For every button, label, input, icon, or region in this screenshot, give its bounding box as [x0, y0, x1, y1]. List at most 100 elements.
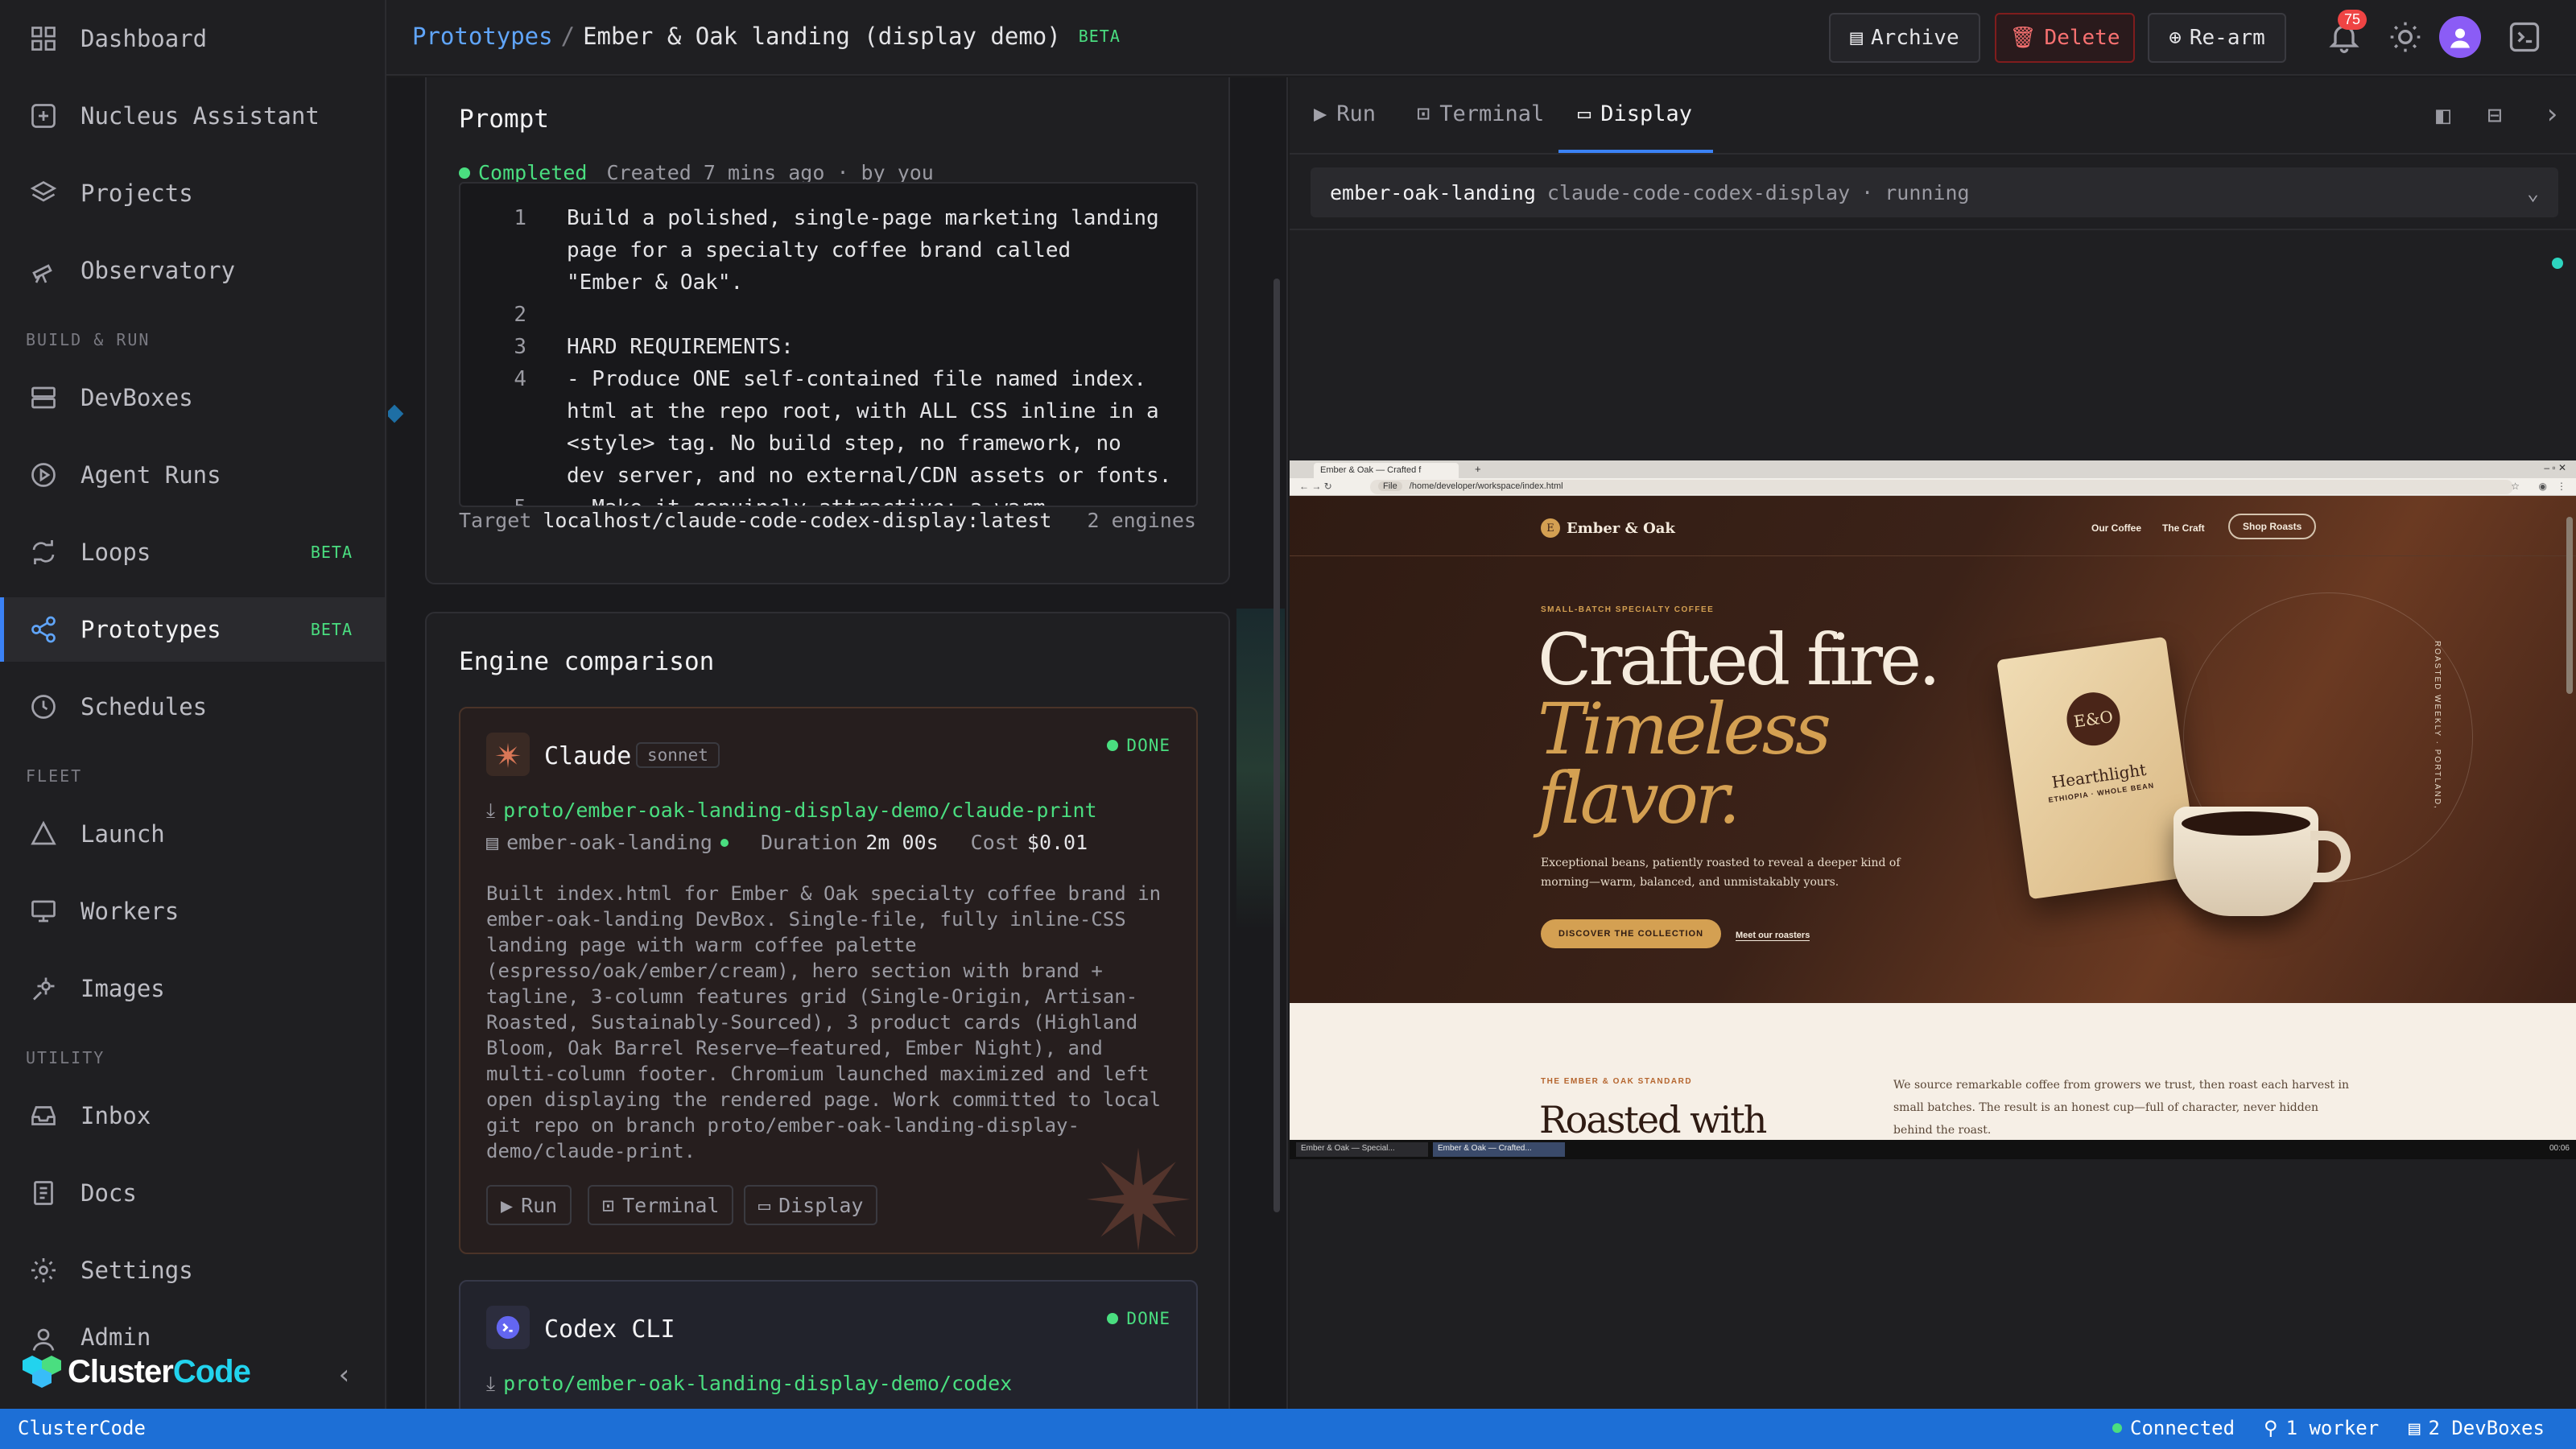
tab-run[interactable]: ▶ Run [1314, 101, 1376, 126]
window-controls-icon[interactable]: – ▫ ✕ [2544, 462, 2566, 473]
display-label: Display [778, 1193, 864, 1217]
sidebar-item-nucleus-assistant[interactable]: Nucleus Assistant [0, 84, 385, 148]
claude-branch-link[interactable]: ⤓ proto/ember-oak-landing-display-demo/c… [486, 799, 1097, 823]
clock-icon [27, 691, 60, 723]
bookmark-star-icon[interactable]: ☆ [2511, 481, 2520, 492]
claude-summary: Built index.html for Ember & Oak special… [486, 881, 1161, 1164]
sidebar: Dashboard Nucleus Assistant Projects Obs… [0, 0, 386, 1409]
collapse-sidebar-icon[interactable]: ‹ [336, 1359, 353, 1391]
claude-devbox[interactable]: ember-oak-landing [506, 831, 712, 854]
coffee-surface [2182, 811, 2310, 836]
summary-line: multi-column footer. Chromium launched m… [486, 1063, 1150, 1085]
brand-logo[interactable]: ClusterCode [19, 1352, 251, 1391]
coffee-bag-illustration: E&O Hearthlight ETHIOPIA · WHOLE BEAN [1996, 636, 2199, 900]
browser-tab-title: Ember & Oak — Crafted f [1320, 465, 1422, 475]
sidebar-item-images[interactable]: Images [0, 956, 385, 1021]
sidebar-item-projects[interactable]: Projects [0, 161, 385, 225]
profile-icon[interactable]: ◉ [2539, 481, 2547, 492]
connected-dot [2112, 1423, 2122, 1433]
prompt-code-box[interactable]: 1 Build a polished, single-page marketing… [459, 182, 1198, 507]
remote-taskbar: Ember & Oak — Special... Ember & Oak — C… [1290, 1140, 2576, 1159]
play-circle-icon [27, 459, 60, 491]
trash-icon: 🗑 [2009, 26, 2037, 50]
claude-terminal-button[interactable]: ⊡ Terminal [588, 1185, 734, 1225]
rearm-label: Re-arm [2189, 26, 2265, 50]
taskbar-window-1[interactable]: Ember & Oak — Special... [1296, 1142, 1428, 1157]
engine-comparison-title: Engine comparison [459, 647, 715, 676]
sidebar-item-settings[interactable]: Settings [0, 1238, 385, 1302]
status-devboxes[interactable]: ▤ 2 DevBoxes [2409, 1417, 2545, 1439]
sidebar-item-launch[interactable]: Launch [0, 802, 385, 866]
sidebar-item-label: Images [80, 975, 165, 1002]
site-nav-the-craft[interactable]: The Craft [2162, 522, 2205, 534]
sidebar-item-docs[interactable]: Docs [0, 1161, 385, 1225]
tab-display[interactable]: ▭ Display [1578, 101, 1692, 126]
collapse-panel-icon[interactable]: › [2544, 98, 2560, 130]
telescope-icon [27, 254, 60, 287]
sidebar-item-agent-runs[interactable]: Agent Runs [0, 443, 385, 507]
site-nav-shop-roasts-button[interactable]: Shop Roasts [2228, 514, 2317, 539]
codex-branch: proto/ember-oak-landing-display-demo/cod… [503, 1372, 1013, 1395]
avatar[interactable] [2439, 16, 2481, 58]
devbox-selector[interactable]: ember-oak-landing claude-code-codex-disp… [1311, 167, 2558, 217]
status-app-name: ClusterCode [18, 1417, 146, 1439]
sidebar-item-schedules[interactable]: Schedules [0, 675, 385, 739]
section-label-fleet: FLEET [26, 766, 83, 786]
section-label-utility: UTILITY [26, 1048, 105, 1067]
nav-arrows-icon[interactable]: ← → ↻ [1299, 481, 1332, 492]
site-hero: E Ember & Oak Our Coffee The Craft Shop … [1290, 496, 2576, 1003]
line-number: 1 [514, 206, 526, 230]
assistant-icon [27, 100, 60, 132]
url-bar[interactable]: File /home/developer/workspace/index.htm… [1370, 480, 2513, 494]
archive-button[interactable]: ▤ Archive [1829, 13, 1980, 63]
standard-body-line1: We source remarkable coffee from growers… [1893, 1079, 2349, 1092]
status-connected: Connected [2130, 1417, 2235, 1439]
breadcrumb-prototypes-link[interactable]: Prototypes [412, 23, 553, 50]
cost-label: Cost [970, 831, 1019, 854]
rearm-button[interactable]: ⊕ Re-arm [2148, 13, 2286, 63]
new-tab-icon[interactable]: + [1475, 463, 1481, 475]
claude-run-button[interactable]: ▶ Run [486, 1185, 572, 1225]
browser-tabstrip: Ember & Oak — Crafted f + – ▫ ✕ [1290, 460, 2576, 478]
sidebar-item-label: Projects [80, 180, 193, 207]
line-text: - Make it genuinely attractive: a warm [567, 496, 1046, 506]
download-icon: ⤓ [486, 799, 496, 822]
codex-status: DONE [1107, 1309, 1170, 1328]
sidebar-item-inbox[interactable]: Inbox [0, 1084, 385, 1148]
taskbar-window-2[interactable]: Ember & Oak — Crafted... [1433, 1142, 1565, 1157]
theme-toggle-sun-icon[interactable] [2388, 19, 2423, 60]
sidebar-item-admin[interactable]: Admin [0, 1315, 385, 1356]
claude-display-button[interactable]: ▭ Display [744, 1185, 878, 1225]
browser-tab[interactable]: Ember & Oak — Crafted f [1314, 463, 1459, 478]
selector-divider [1290, 229, 2576, 230]
devbox-image: claude-code-codex-display [1546, 180, 1851, 204]
site-cta-roasters-link[interactable]: Meet our roasters [1736, 931, 1810, 941]
play-icon: ▶ [1314, 101, 1327, 126]
site-cta-discover-button[interactable]: DISCOVER THE COLLECTION [1541, 919, 1722, 948]
site-nav-our-coffee[interactable]: Our Coffee [2091, 522, 2141, 534]
terminal-toggle-icon[interactable] [2507, 19, 2542, 60]
tab-terminal[interactable]: ⊡ Terminal [1417, 101, 1544, 126]
brand-name-part1: Cluster [68, 1353, 174, 1389]
site-scrollbar[interactable] [2566, 517, 2573, 694]
monitor-icon [27, 895, 60, 927]
server-icon [27, 382, 60, 414]
sidebar-item-label: Launch [80, 820, 165, 848]
status-workers[interactable]: ⚲ 1 worker [2264, 1417, 2379, 1439]
browser-menu-icon[interactable]: ⋮ [2557, 481, 2566, 492]
codex-branch-link[interactable]: ⤓ proto/ember-oak-landing-display-demo/c… [486, 1372, 1012, 1396]
split-bottom-icon[interactable]: ⊟ [2487, 101, 2502, 130]
sidebar-item-loops[interactable]: Loops BETA [0, 520, 385, 584]
remote-display[interactable]: Ember & Oak — Crafted f + – ▫ ✕ ← → ↻ Fi… [1290, 460, 2576, 1159]
brand-name-part2: Code [172, 1353, 251, 1389]
sidebar-item-devboxes[interactable]: DevBoxes [0, 365, 385, 430]
target-value: localhost/claude-code-codex-display:late… [543, 509, 1052, 532]
split-left-icon[interactable]: ◧ [2436, 101, 2450, 130]
sidebar-item-observatory[interactable]: Observatory [0, 238, 385, 303]
scrollbar[interactable] [1274, 279, 1280, 1212]
sidebar-item-prototypes[interactable]: Prototypes BETA [0, 597, 385, 662]
sidebar-item-label: Docs [80, 1179, 137, 1207]
delete-button[interactable]: 🗑 Delete [1995, 13, 2135, 63]
sidebar-item-workers[interactable]: Workers [0, 879, 385, 943]
sidebar-item-dashboard[interactable]: Dashboard [0, 6, 385, 71]
